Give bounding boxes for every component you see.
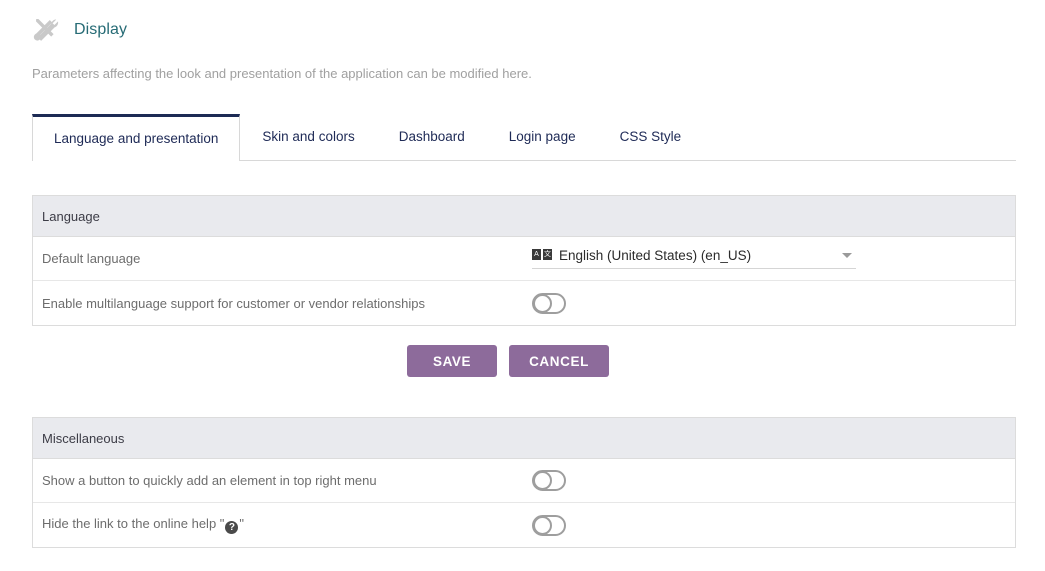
tab-css-style[interactable]: CSS Style	[598, 114, 704, 160]
action-button-bar: SAVE CANCEL	[0, 345, 1016, 377]
page-subtitle: Parameters affecting the look and presen…	[32, 66, 1045, 81]
multilanguage-support-label: Enable multilanguage support for custome…	[42, 296, 532, 311]
tools-icon	[32, 16, 60, 44]
language-panel-header: Language	[33, 196, 1015, 237]
multilanguage-support-value	[532, 293, 1015, 314]
chevron-down-icon[interactable]	[842, 253, 852, 258]
translate-icon-letter-cjk: 文	[543, 249, 552, 260]
tab-dashboard[interactable]: Dashboard	[377, 114, 487, 160]
default-language-selected-value: English (United States) (en_US)	[559, 248, 842, 263]
quick-add-button-value	[532, 470, 1015, 491]
language-panel: Language Default language A 文 English (U…	[32, 195, 1016, 326]
table-row: Enable multilanguage support for custome…	[33, 281, 1015, 325]
default-language-label: Default language	[42, 251, 532, 266]
tab-language-and-presentation[interactable]: Language and presentation	[32, 114, 240, 161]
default-language-select[interactable]: A 文 English (United States) (en_US)	[532, 248, 856, 269]
multilanguage-support-toggle[interactable]	[532, 293, 566, 314]
miscellaneous-panel-title: Miscellaneous	[42, 431, 124, 446]
hide-online-help-toggle[interactable]	[532, 515, 566, 536]
hide-online-help-value	[532, 515, 1015, 536]
tab-login-page[interactable]: Login page	[487, 114, 598, 160]
language-panel-title: Language	[42, 209, 100, 224]
miscellaneous-panel: Miscellaneous Show a button to quickly a…	[32, 417, 1016, 548]
cancel-button[interactable]: CANCEL	[509, 345, 609, 377]
quick-add-button-label: Show a button to quickly add an element …	[42, 473, 532, 488]
table-row: Show a button to quickly add an element …	[33, 459, 1015, 503]
hide-online-help-label: Hide the link to the online help "?"	[42, 516, 532, 534]
save-button[interactable]: SAVE	[407, 345, 497, 377]
hide-online-help-label-prefix: Hide the link to the online help "	[42, 516, 224, 531]
toggle-knob	[533, 471, 552, 490]
miscellaneous-panel-header: Miscellaneous	[33, 418, 1015, 459]
table-row: Hide the link to the online help "?"	[33, 503, 1015, 547]
toggle-knob	[533, 516, 552, 535]
tab-bar: Language and presentation Skin and color…	[32, 114, 1016, 161]
translate-icon: A 文	[532, 249, 552, 262]
tab-skin-and-colors[interactable]: Skin and colors	[240, 114, 376, 160]
default-language-value: A 文 English (United States) (en_US)	[532, 248, 1015, 269]
toggle-knob	[533, 294, 552, 313]
page-header: Display	[0, 0, 1045, 44]
help-question-icon: ?	[225, 521, 238, 534]
page-title: Display	[74, 21, 127, 39]
hide-online-help-label-suffix: "	[239, 516, 244, 531]
quick-add-button-toggle[interactable]	[532, 470, 566, 491]
table-row: Default language A 文 English (United Sta…	[33, 237, 1015, 281]
translate-icon-letter-a: A	[532, 249, 541, 260]
